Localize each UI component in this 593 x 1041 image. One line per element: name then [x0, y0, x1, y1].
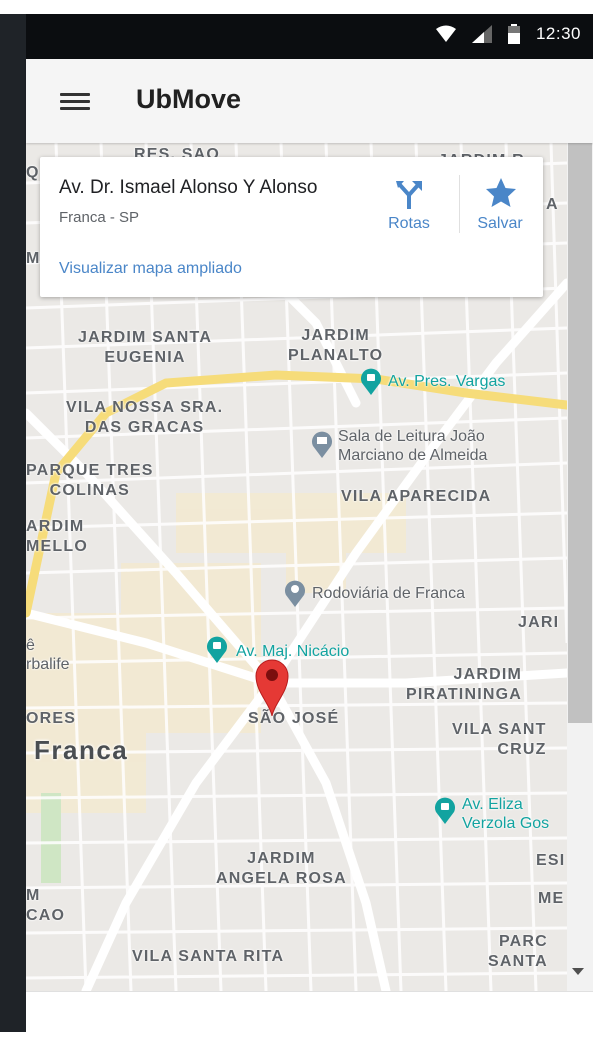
- star-icon: [486, 178, 516, 207]
- map-label-esi: ESI: [536, 852, 566, 869]
- directions-button[interactable]: Rotas: [374, 173, 444, 243]
- scrollbar-thumb[interactable]: [568, 143, 592, 723]
- map-label-jardim-piratininga: JARDIM PIRATININGA: [406, 666, 523, 703]
- map-label-jardim-santa-eugenia: JARDIM SANTA EUGENIA: [78, 329, 213, 366]
- map-label-jardim-planalto: JARDIM PLANALTO: [288, 327, 384, 364]
- map-label-q: Q: [26, 164, 40, 181]
- status-icons: 12:30: [435, 24, 581, 44]
- place-title: Av. Dr. Ismael Alonso Y Alonso: [59, 177, 318, 198]
- map-label-vila-nossa-sra: VILA NOSSA SRA. DAS GRACAS: [66, 399, 224, 436]
- map-label-me: ME: [538, 890, 565, 907]
- save-button[interactable]: Salvar: [465, 173, 535, 243]
- bottom-panel: [26, 991, 593, 1033]
- map-label-vila-santa-rita: VILA SANTA RITA: [132, 948, 285, 965]
- hamburger-menu-icon[interactable]: [60, 89, 90, 113]
- directions-icon: [396, 181, 422, 209]
- map-label-m-cao: M CAO: [26, 887, 66, 924]
- poi-av-pres-vargas[interactable]: Av. Pres. Vargas: [388, 372, 505, 391]
- clock: 12:30: [535, 24, 581, 43]
- map-label-parque-tres-colinas: PARQUE TRES COLINAS: [26, 462, 154, 499]
- map-label-ores: ORES: [26, 710, 77, 727]
- poi-book-icon[interactable]: [311, 430, 333, 458]
- device-bezel: [0, 0, 26, 1041]
- map-label-vila-sant-cruz: VILA SANT CRUZ: [452, 721, 547, 758]
- place-card: Av. Dr. Ismael Alonso Y Alonso Franca - …: [40, 157, 543, 297]
- poi-sala-de-leitura[interactable]: Sala de Leitura João Marciano de Almeida: [338, 427, 487, 465]
- app-title: UbMove: [136, 84, 242, 114]
- map-label-jardim-angela-rosa: JARDIM ANGELA ROSA: [216, 850, 347, 887]
- poi-bus-station-icon[interactable]: [284, 579, 306, 607]
- device-bottom-edge: [0, 1032, 593, 1041]
- poi-av-eliza-verzola[interactable]: Av. Eliza Verzola Gos: [462, 795, 549, 833]
- map-view[interactable]: RES. SAO JARDIM R. Q A M JARDIM SANTA EU…: [26, 143, 567, 991]
- poi-rodoviaria[interactable]: Rodoviária de Franca: [312, 584, 465, 603]
- map-label-a: A: [546, 196, 559, 213]
- map-label-ardim-mello: ARDIM MELLO: [26, 518, 88, 555]
- place-subtitle: Franca - SP: [59, 209, 140, 226]
- map-label-vila-aparecida: VILA APARECIDA: [341, 488, 492, 505]
- status-bar: 12:30: [26, 14, 593, 59]
- cell-signal-icon: [471, 25, 492, 43]
- device-top-edge: [0, 0, 593, 14]
- map-label-city: Franca: [34, 735, 129, 765]
- app-bar: UbMove: [26, 59, 593, 143]
- poi-marker-icon[interactable]: [360, 367, 382, 395]
- map-pin-icon[interactable]: [252, 656, 292, 716]
- map-label-m: M: [26, 250, 41, 267]
- poi-herbalife[interactable]: ê rbalife: [26, 636, 70, 674]
- poi-marker-icon[interactable]: [206, 635, 228, 663]
- save-label: Salvar: [477, 215, 523, 232]
- map-label-parc-santa: PARC SANTA: [488, 933, 548, 970]
- scroll-down-arrow-icon[interactable]: [572, 968, 584, 975]
- battery-icon: [507, 24, 520, 44]
- directions-label: Rotas: [388, 215, 430, 232]
- poi-marker-icon[interactable]: [434, 796, 456, 824]
- view-larger-map-link[interactable]: Visualizar mapa ampliado: [59, 260, 242, 278]
- wifi-icon: [435, 25, 456, 42]
- card-divider: [459, 175, 460, 233]
- map-label-jari: JARI: [518, 614, 560, 631]
